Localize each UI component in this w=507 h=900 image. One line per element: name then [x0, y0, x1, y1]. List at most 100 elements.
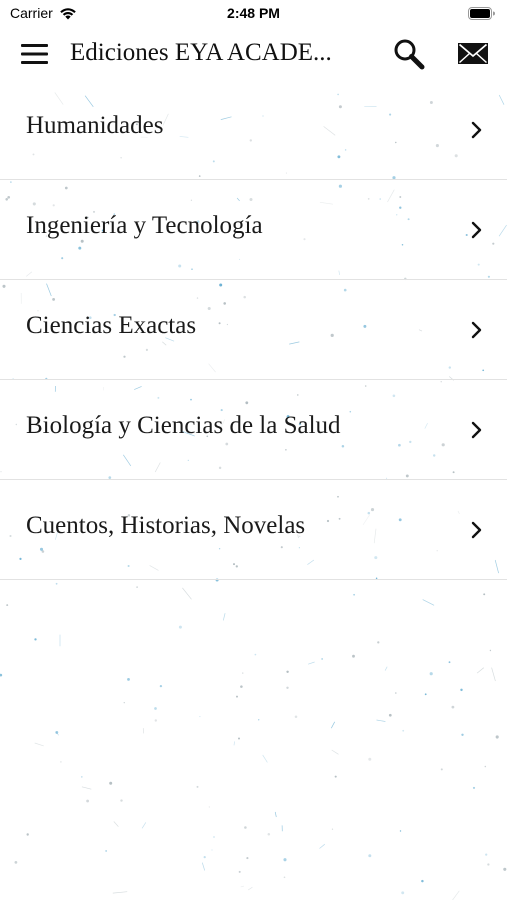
- speckle-fiber: [307, 661, 315, 665]
- speckle-dot: [199, 716, 201, 718]
- speckle-fiber: [247, 886, 253, 891]
- list-item-humanidades[interactable]: Humanidades: [0, 80, 507, 180]
- chevron-right-icon: [471, 421, 482, 439]
- speckle-dot: [377, 641, 380, 644]
- speckle-dot: [238, 870, 241, 873]
- list-item-ingenieria-y-tecnologia[interactable]: Ingeniería y Tecnología: [0, 180, 507, 280]
- list-item-ciencias-exactas[interactable]: Ciencias Exactas: [0, 280, 507, 380]
- speckle-dot: [368, 854, 372, 858]
- speckle-dot: [321, 658, 323, 660]
- speckle-fiber: [233, 741, 235, 746]
- page-title: Ediciones EYA ACADE...: [70, 39, 332, 66]
- speckle-dot: [154, 707, 157, 710]
- search-button[interactable]: [392, 37, 426, 71]
- speckle-dot: [0, 673, 3, 677]
- list-item-cuentos-historias-novelas[interactable]: Cuentos, Historias, Novelas: [0, 480, 507, 580]
- speckle-dot: [388, 713, 392, 717]
- speckle-dot: [86, 799, 90, 803]
- speckle-fiber: [262, 754, 268, 763]
- speckle-dot: [196, 785, 199, 788]
- speckle-dot: [208, 806, 210, 808]
- speckle-dot: [240, 685, 243, 688]
- speckle-dot: [424, 693, 427, 696]
- speckle-dot: [80, 776, 83, 778]
- speckle-dot: [120, 799, 123, 802]
- speckle-dot: [105, 850, 107, 852]
- speckle-dot: [6, 604, 9, 607]
- speckle-dot: [331, 828, 334, 830]
- chevron-right-icon: [471, 521, 482, 539]
- speckle-fiber: [34, 742, 44, 747]
- list-item-biologia-y-ciencias-de-la-salud[interactable]: Biología y Ciencias de la Salud: [0, 380, 507, 480]
- list-item-label: Humanidades: [26, 112, 164, 139]
- speckle-dot: [401, 891, 405, 895]
- speckle-fiber: [81, 786, 92, 790]
- speckle-dot: [334, 775, 337, 778]
- speckle-dot: [352, 654, 355, 658]
- menu-icon: [21, 44, 48, 64]
- speckle-dot: [483, 593, 486, 596]
- speckle-dot: [368, 757, 372, 761]
- speckle-dot: [211, 849, 213, 851]
- speckle-dot: [448, 661, 451, 664]
- speckle-dot: [34, 638, 37, 641]
- mail-button[interactable]: [456, 40, 490, 68]
- speckle-dot: [60, 761, 62, 763]
- speckle-fiber: [452, 890, 460, 900]
- speckle-dot: [487, 863, 490, 866]
- speckle-dot: [395, 692, 397, 694]
- battery-icon: [468, 7, 495, 20]
- status-time: 2:48 PM: [227, 5, 280, 21]
- speckle-fiber: [141, 822, 147, 829]
- speckle-dot: [14, 861, 18, 864]
- speckle-dot: [451, 705, 455, 709]
- speckle-dot: [421, 879, 424, 883]
- speckle-dot: [485, 853, 488, 856]
- speckle-dot: [286, 686, 289, 690]
- navigation-bar: Ediciones EYA ACADE...: [0, 28, 507, 80]
- speckle-fiber: [319, 843, 326, 849]
- chevron-right-icon: [471, 121, 482, 139]
- list-item-label: Biología y Ciencias de la Salud: [26, 412, 341, 439]
- speckle-fiber: [201, 862, 206, 871]
- chevron-right-icon: [471, 321, 482, 339]
- speckle-dot: [26, 833, 29, 836]
- speckle-fiber: [491, 667, 496, 682]
- status-bar: Carrier 2:48 PM: [0, 0, 507, 28]
- speckle-dot: [55, 582, 58, 585]
- speckle-dot: [154, 719, 157, 722]
- speckle-dot: [236, 695, 238, 698]
- speckle-dot: [178, 625, 182, 629]
- speckle-fiber: [331, 749, 339, 755]
- speckle-fiber: [112, 891, 128, 894]
- chevron-right-icon: [471, 221, 482, 239]
- list-item-label: Ingeniería y Tecnología: [26, 212, 263, 239]
- speckle-dot: [495, 735, 499, 739]
- speckle-dot: [440, 768, 443, 771]
- speckle-dot: [472, 786, 476, 789]
- speckle-dot: [461, 733, 464, 736]
- speckle-dot: [283, 876, 286, 879]
- speckle-dot: [484, 765, 487, 768]
- speckle-dot: [267, 833, 271, 836]
- speckle-dot: [286, 670, 289, 674]
- speckle-dot: [399, 830, 402, 832]
- speckle-dot: [254, 653, 257, 656]
- menu-button[interactable]: [19, 40, 51, 68]
- speckle-dot: [503, 867, 507, 871]
- speckle-fiber: [113, 821, 119, 827]
- speckle-fiber: [330, 721, 336, 729]
- category-list: Humanidades Ingeniería y Tecnología Cien…: [0, 80, 507, 580]
- speckle-dot: [159, 684, 163, 688]
- speckle-dot: [294, 715, 298, 718]
- speckle-fiber: [222, 613, 226, 621]
- speckle-dot: [460, 688, 463, 692]
- speckle-dot: [238, 737, 240, 740]
- speckle-dot: [109, 781, 113, 785]
- speckle-fiber: [376, 719, 386, 722]
- speckle-dot: [246, 857, 249, 860]
- speckle-dot: [123, 702, 125, 704]
- list-item-label: Ciencias Exactas: [26, 312, 197, 339]
- speckle-fiber: [422, 599, 435, 606]
- speckle-dot: [258, 719, 260, 721]
